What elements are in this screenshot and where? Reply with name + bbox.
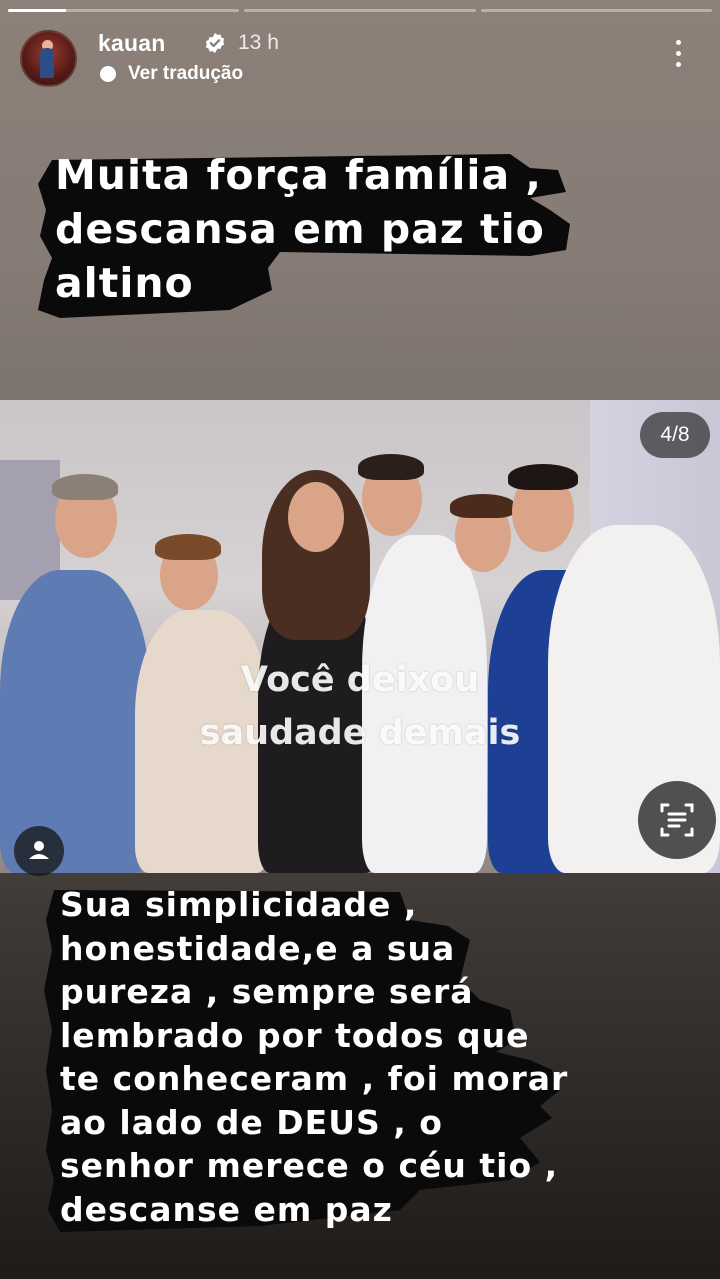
progress-segment — [8, 9, 240, 12]
person-icon — [29, 841, 49, 859]
translate-icon — [100, 66, 116, 82]
caption-bottom-line: honestidade,e a sua — [60, 928, 456, 968]
caption-bottom-line: senhor merece o céu tio , — [60, 1146, 559, 1185]
caption-bottom-line: Sua simplicidade , — [60, 885, 418, 924]
caption-top-line: descansa em paz tio — [55, 205, 545, 253]
progress-segment — [480, 9, 712, 12]
more-options-icon[interactable] — [674, 40, 682, 70]
story-header: kauan 13 h Ver tradução — [20, 28, 700, 88]
caption-bottom-line: pureza , sempre será — [60, 972, 474, 1011]
story-photo — [0, 400, 720, 873]
translate-label: Ver tradução — [128, 63, 244, 84]
story-viewer[interactable]: kauan 13 h Ver tradução Muita força famí… — [0, 0, 720, 1279]
photo-overlay-line: saudade demais — [199, 713, 521, 753]
caption-bottom: Sua simplicidade , honestidade,e a sua p… — [60, 883, 620, 1231]
caption-top: Muita força família , descansa em paz ti… — [55, 148, 615, 310]
progress-segment — [244, 9, 476, 12]
caption-top-line: Muita força família , — [55, 151, 542, 199]
caption-bottom-line: lembrado por todos que — [60, 1015, 530, 1055]
post-time: 13 h — [238, 31, 279, 54]
scan-text-button[interactable] — [638, 781, 716, 859]
photo-counter: 4/8 — [640, 412, 710, 458]
verified-badge-icon — [205, 32, 225, 54]
username[interactable]: kauan — [98, 30, 165, 57]
avatar[interactable] — [20, 30, 77, 87]
scan-icon — [660, 803, 694, 837]
caption-bottom-line: descanse em paz — [60, 1189, 393, 1229]
caption-bottom-line: te conheceram , foi morar — [60, 1059, 569, 1098]
caption-bottom-line: ao lado de DEUS , o — [60, 1102, 443, 1142]
translate-link[interactable]: Ver tradução — [98, 63, 243, 85]
story-progress — [8, 9, 712, 12]
tagged-people-button[interactable] — [14, 826, 64, 876]
photo-overlay-line: Você deixou — [240, 660, 480, 700]
caption-top-line: altino — [55, 259, 194, 307]
